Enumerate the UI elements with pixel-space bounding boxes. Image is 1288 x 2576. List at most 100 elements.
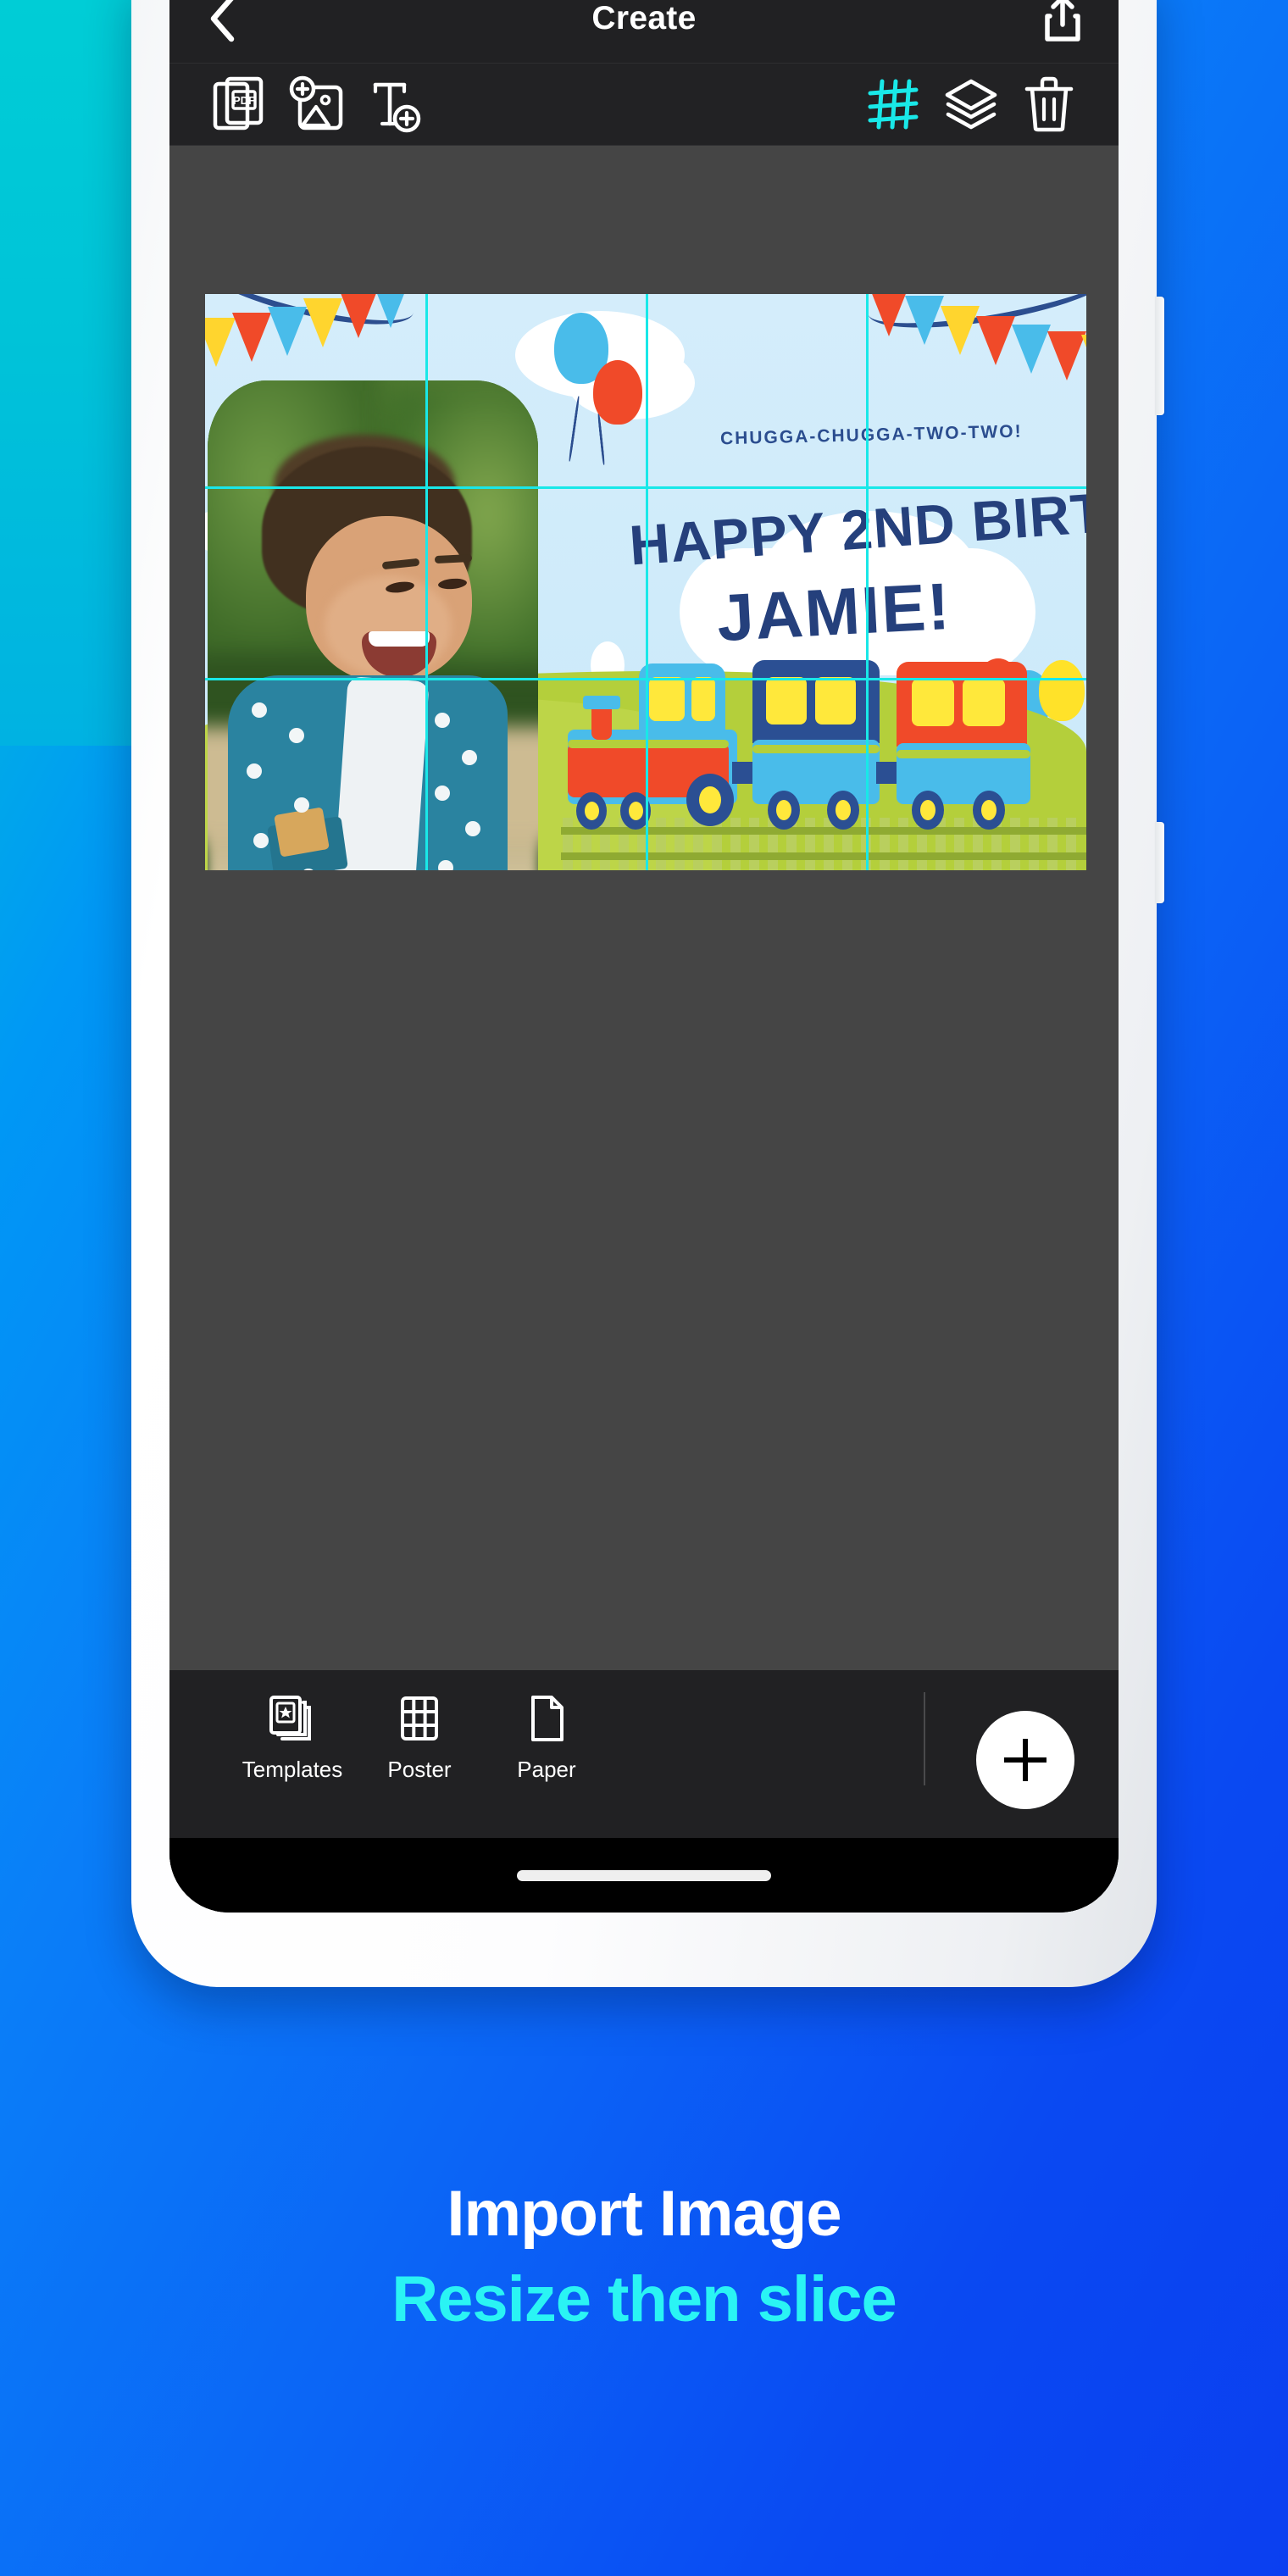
delete-tool[interactable]: [1010, 72, 1088, 136]
layers-tool[interactable]: [932, 72, 1010, 136]
templates-nav-label: Templates: [242, 1757, 343, 1782]
pdf-import-tool[interactable]: PDF: [200, 72, 278, 136]
shirt-dot: [462, 750, 477, 765]
fence-picket: [600, 818, 610, 870]
home-indicator-area: [169, 1838, 1119, 1913]
add-text-tool[interactable]: [356, 72, 434, 136]
bunting-flag: [1081, 335, 1086, 384]
fence-picket: [954, 818, 964, 870]
phone-volume-button: [1155, 822, 1164, 903]
svg-text:PDF: PDF: [233, 94, 255, 107]
locomotive-chimney-top: [583, 696, 620, 709]
fence-picket: [1066, 818, 1076, 870]
chevron-left-icon: [210, 0, 235, 42]
paper-nav-item[interactable]: Paper: [483, 1692, 610, 1783]
grid-toggle-tool[interactable]: [854, 72, 932, 136]
add-button[interactable]: [976, 1711, 1074, 1809]
fence-picket: [675, 818, 685, 870]
app-header: Create: [169, 0, 1119, 64]
share-upload-icon: [1045, 0, 1080, 42]
back-button[interactable]: [198, 0, 246, 46]
paper-nav-label: Paper: [517, 1757, 576, 1782]
shirt-dot: [435, 786, 450, 801]
train-wheel: [827, 791, 859, 830]
promo-copy: Import Image Resize then slice: [0, 2178, 1288, 2335]
train-car-window: [963, 679, 1005, 726]
shirt-dot: [294, 797, 309, 813]
add-text-icon: [373, 82, 421, 133]
pdf-document-icon: PDF: [213, 76, 264, 130]
design-name-text[interactable]: JAMIE!: [715, 568, 953, 657]
train-wheel: [912, 791, 944, 830]
shirt-dot: [465, 821, 480, 836]
train-car-window: [766, 677, 807, 724]
bunting-flag: [268, 307, 307, 356]
imported-photo[interactable]: [208, 380, 538, 870]
train-wheel: [576, 792, 607, 830]
background-teal-accent: [0, 0, 136, 746]
bunting-flag: [941, 306, 980, 355]
template-stack-icon: [268, 1692, 317, 1745]
shirt-dot: [289, 728, 304, 743]
fence-picket: [861, 818, 871, 870]
phone-screen-bezel: Create PDF CHUGGA-CHUGGA-TWO-TWO! HAPPY …: [169, 0, 1119, 1913]
bunting-flag: [869, 294, 908, 336]
templates-nav-item[interactable]: Templates: [229, 1692, 356, 1783]
poster-nav-item[interactable]: Poster: [356, 1692, 483, 1783]
layers-icon: [945, 79, 997, 130]
locomotive-window: [691, 677, 715, 721]
fence-picket: [805, 818, 815, 870]
fence-picket: [656, 818, 666, 870]
bottom-navigation-bar: Templates Poster Paper: [169, 1670, 1119, 1838]
shirt-dot: [435, 713, 450, 728]
editor-canvas-area[interactable]: CHUGGA-CHUGGA-TWO-TWO! HAPPY 2ND BIRTHDA…: [169, 146, 1119, 1670]
train-car-stripe: [752, 745, 880, 753]
design-canvas[interactable]: CHUGGA-CHUGGA-TWO-TWO! HAPPY 2ND BIRTHDA…: [205, 294, 1086, 870]
train-car-window: [815, 677, 856, 724]
train-car-window: [912, 679, 954, 726]
locomotive-stripe: [568, 740, 729, 748]
fence-picket: [880, 818, 890, 870]
shirt-dot: [438, 860, 453, 870]
bunting-flag: [232, 313, 271, 362]
fence-picket: [749, 818, 759, 870]
bunting-flag: [905, 296, 944, 345]
paper-page-icon: [526, 1692, 567, 1745]
train-coupling: [876, 762, 898, 784]
grid-icon: [868, 79, 919, 130]
train-wheel: [620, 792, 651, 830]
fence-picket: [824, 818, 834, 870]
add-image-icon: [289, 75, 343, 130]
poster-nav-label: Poster: [387, 1757, 452, 1782]
app-screen: Create PDF CHUGGA-CHUGGA-TWO-TWO! HAPPY …: [169, 0, 1119, 1913]
bunting-flag: [1012, 325, 1051, 374]
photo-child-inner-shirt: [331, 675, 430, 870]
add-image-tool[interactable]: [278, 72, 356, 136]
fence-picket: [898, 818, 908, 870]
bottom-bar-divider: [924, 1692, 925, 1785]
plus-icon: [1004, 1739, 1046, 1781]
poster-grid-icon: [397, 1692, 442, 1745]
bunting-right: [863, 294, 1086, 418]
train-illustration: [561, 658, 1086, 870]
shirt-dot: [253, 833, 269, 848]
home-indicator-bar[interactable]: [517, 1869, 771, 1881]
promo-headline: Import Image: [447, 2178, 841, 2250]
train-wheel: [686, 774, 734, 826]
train-wheel: [973, 791, 1005, 830]
photo-child-pocket-card: [274, 807, 330, 858]
shirt-dot: [247, 763, 262, 779]
phone-power-button: [1155, 297, 1164, 415]
fence-picket: [1047, 818, 1058, 870]
fence-picket: [730, 818, 741, 870]
train-wheel: [768, 791, 800, 830]
share-button[interactable]: [1037, 0, 1088, 47]
bunting-flag: [303, 298, 342, 347]
fence-picket: [563, 818, 573, 870]
editor-toolbar: PDF: [169, 64, 1119, 146]
train-coupling: [732, 762, 754, 784]
fence-picket: [1010, 818, 1020, 870]
train-car-stripe: [897, 750, 1030, 758]
bottom-nav-items: Templates Poster Paper: [169, 1692, 610, 1783]
trash-icon: [1024, 76, 1074, 132]
